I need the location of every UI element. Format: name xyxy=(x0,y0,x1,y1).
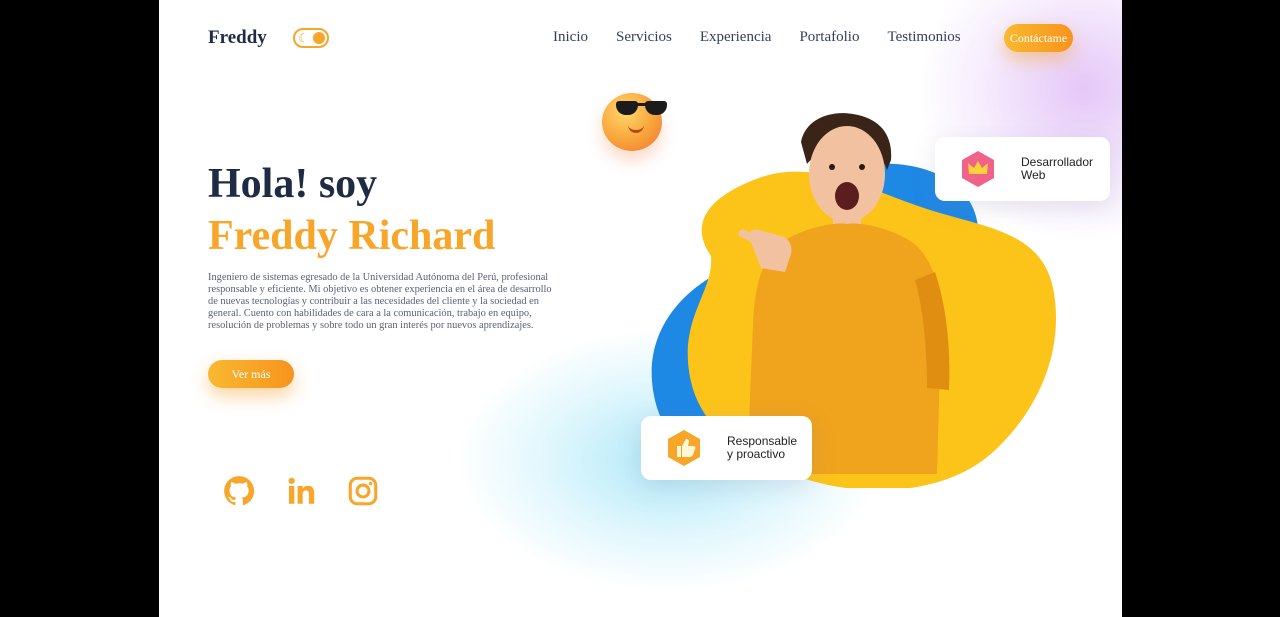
toggle-knob xyxy=(313,32,325,44)
instagram-icon[interactable] xyxy=(346,474,380,508)
hero-bio: Ingeniero de sistemas egresado de la Uni… xyxy=(208,272,552,331)
contact-button[interactable]: Contáctame xyxy=(1004,24,1073,52)
sunglasses-emoji-icon xyxy=(602,93,667,151)
moon-icon: ☾ xyxy=(298,31,309,45)
theme-toggle[interactable]: ☾ xyxy=(293,28,329,48)
nav-testimonios[interactable]: Testimonios xyxy=(887,29,960,46)
card-resp-line2: y proactivo xyxy=(727,447,786,461)
nav-experiencia[interactable]: Experiencia xyxy=(700,29,772,46)
card-web-developer: Desarrollador Web xyxy=(935,137,1110,201)
linkedin-icon[interactable] xyxy=(284,474,318,508)
brand-logo[interactable]: Freddy xyxy=(208,27,267,49)
social-links xyxy=(222,474,380,508)
thumbs-up-icon xyxy=(668,430,700,466)
nav-inicio[interactable]: Inicio xyxy=(553,29,588,46)
more-button[interactable]: Ver más xyxy=(208,360,294,388)
crown-icon xyxy=(962,151,994,187)
hero-greeting: Hola! soy xyxy=(208,161,378,207)
main-nav: Inicio Servicios Experiencia Portafolio … xyxy=(553,29,961,46)
github-icon[interactable] xyxy=(222,474,256,508)
hero-name: Freddy Richard xyxy=(208,213,496,259)
nav-servicios[interactable]: Servicios xyxy=(616,29,672,46)
landing-page: Freddy ☾ Inicio Servicios Experiencia Po… xyxy=(159,0,1122,617)
card-responsible: Responsable y proactivo xyxy=(641,416,812,480)
nav-portafolio[interactable]: Portafolio xyxy=(799,29,859,46)
card-web-line2: Web xyxy=(1021,168,1046,182)
